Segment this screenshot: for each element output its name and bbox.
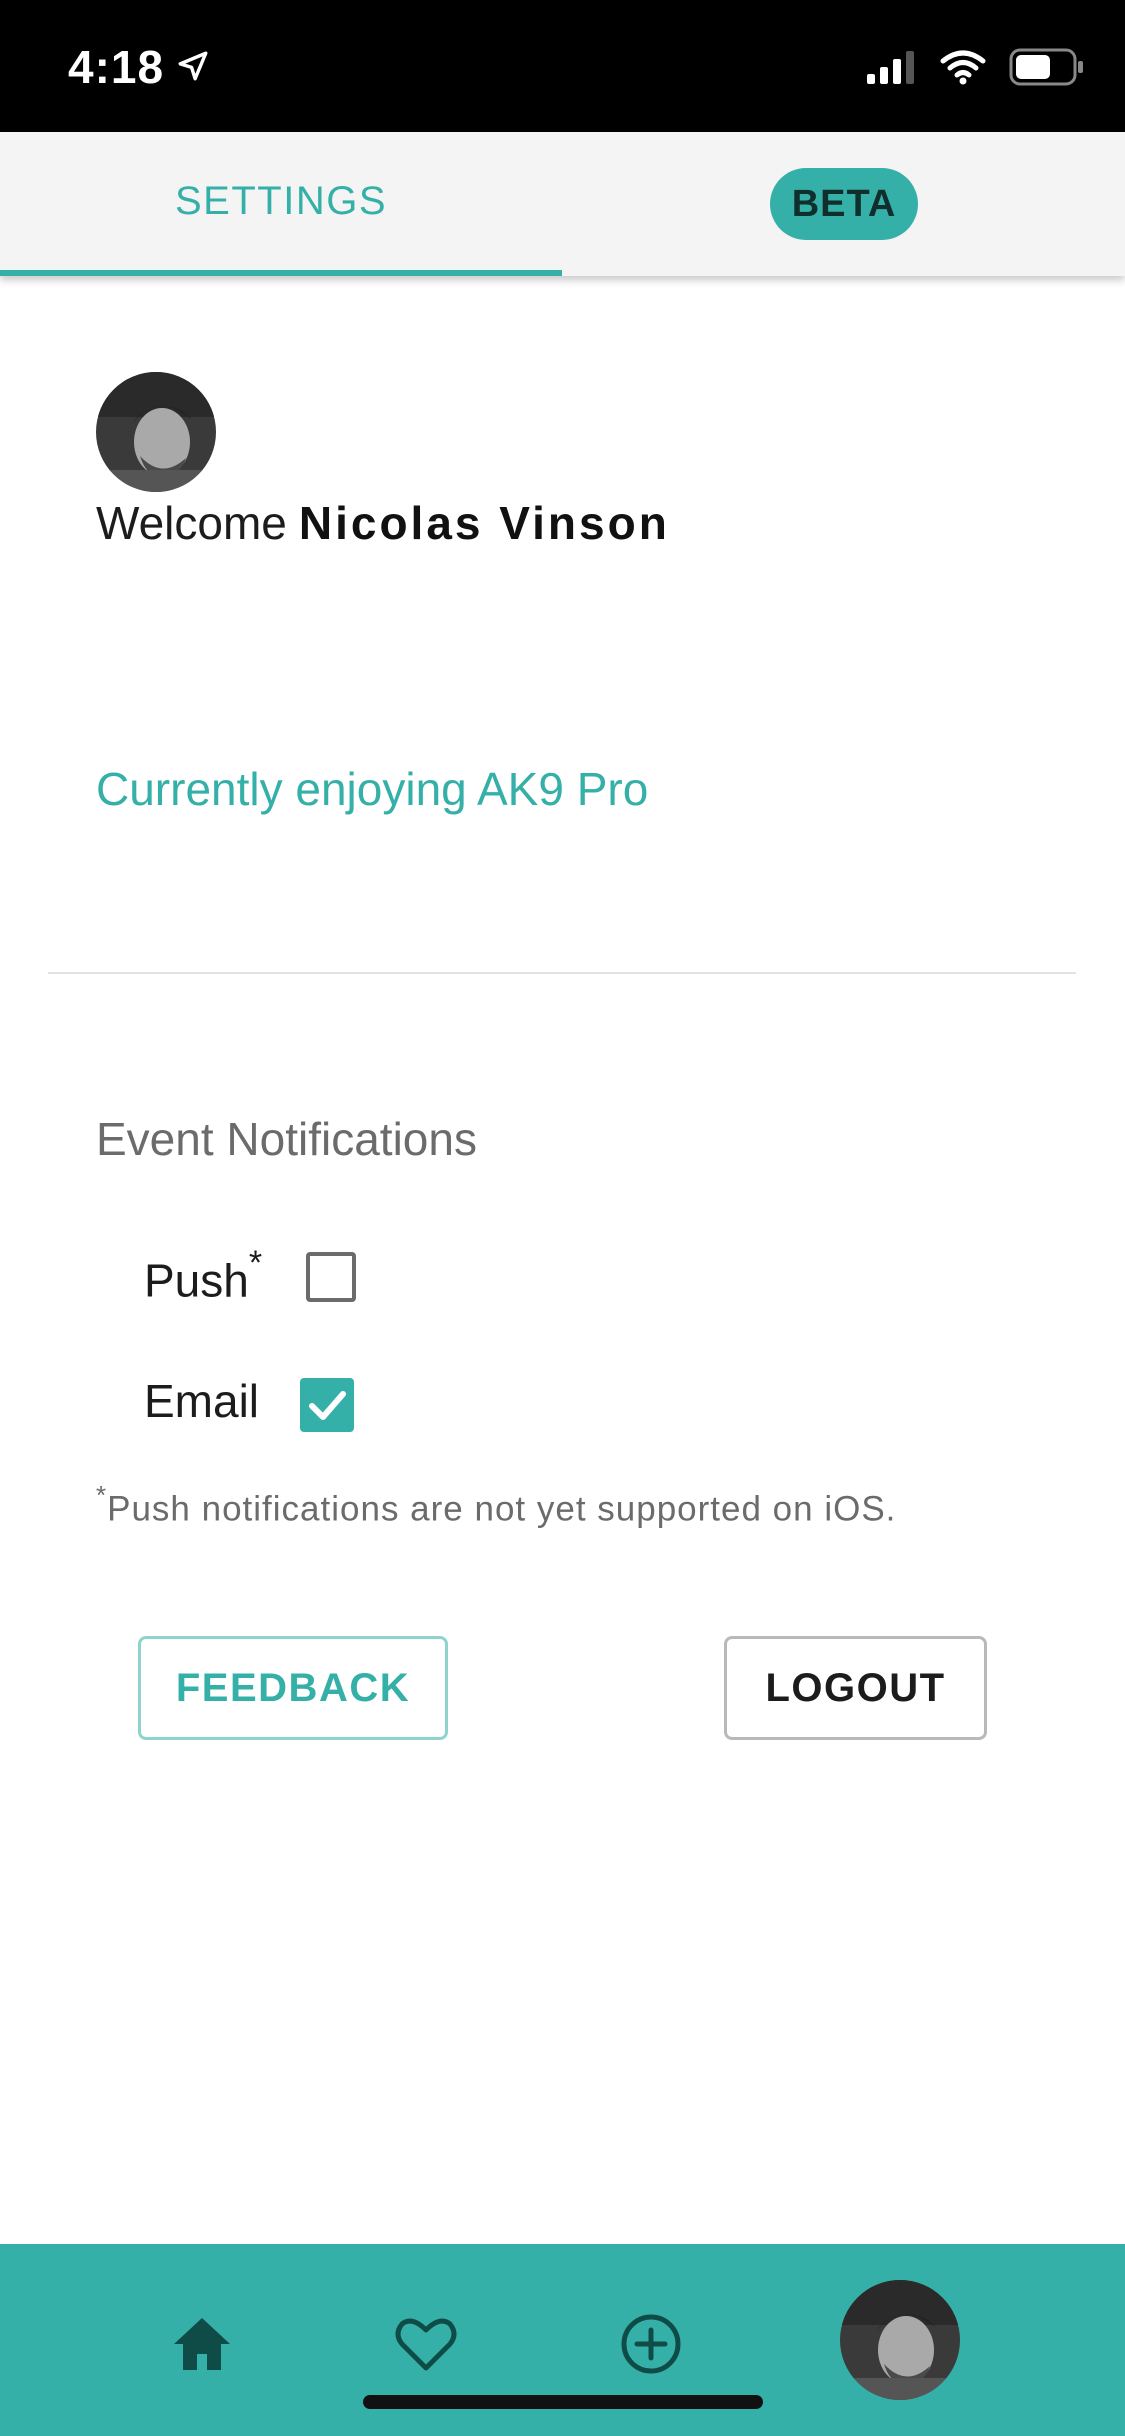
- active-tab-indicator: [0, 270, 562, 276]
- notifications-title: Event Notifications: [96, 1113, 477, 1165]
- user-name: Nicolas Vinson: [298, 497, 670, 549]
- checkmark-icon: [309, 1391, 346, 1420]
- plan-status[interactable]: Currently enjoying AK9 Pro: [96, 762, 648, 816]
- welcome-prefix: Welcome: [96, 497, 287, 549]
- nav-profile-avatar[interactable]: [840, 2280, 960, 2400]
- logout-button[interactable]: LOGOUT: [724, 1636, 987, 1740]
- welcome-text: Welcome Nicolas Vinson: [96, 496, 670, 550]
- status-bar: 4:18: [0, 0, 1125, 132]
- email-option-label: Email: [144, 1374, 259, 1428]
- home-indicator: [363, 2395, 763, 2409]
- battery-icon: [1009, 48, 1085, 91]
- push-checkbox[interactable]: [306, 1252, 356, 1302]
- email-checkbox[interactable]: [300, 1378, 354, 1432]
- tab-settings[interactable]: SETTINGS: [0, 132, 562, 276]
- heart-icon: [395, 2318, 457, 2371]
- footnote-marker: *: [96, 1480, 108, 1510]
- top-tab-bar: SETTINGS BETA: [0, 132, 1125, 276]
- location-arrow-icon: [176, 40, 210, 94]
- wifi-icon: [939, 49, 987, 90]
- feedback-button[interactable]: FEEDBACK: [138, 1636, 448, 1740]
- avatar: [96, 372, 216, 492]
- email-label: Email: [144, 1375, 260, 1427]
- section-divider: [48, 972, 1076, 974]
- home-icon: [174, 2318, 230, 2370]
- status-time: 4:18: [68, 40, 210, 94]
- add-circle-icon: [621, 2314, 681, 2374]
- push-option-label: Push*: [144, 1244, 262, 1307]
- push-footnote-marker: *: [248, 1244, 263, 1282]
- status-time-text: 4:18: [68, 41, 165, 93]
- nav-favorites[interactable]: [386, 2304, 466, 2384]
- nav-home[interactable]: [162, 2304, 242, 2384]
- nav-add[interactable]: [611, 2304, 691, 2384]
- status-icons: [865, 48, 1085, 91]
- push-footnote: *Push notifications are not yet supporte…: [96, 1480, 897, 1530]
- push-label: Push: [144, 1254, 249, 1307]
- signal-icon: [865, 50, 917, 89]
- footnote-text: Push notifications are not yet supported…: [107, 1489, 897, 1529]
- beta-badge[interactable]: BETA: [770, 168, 918, 240]
